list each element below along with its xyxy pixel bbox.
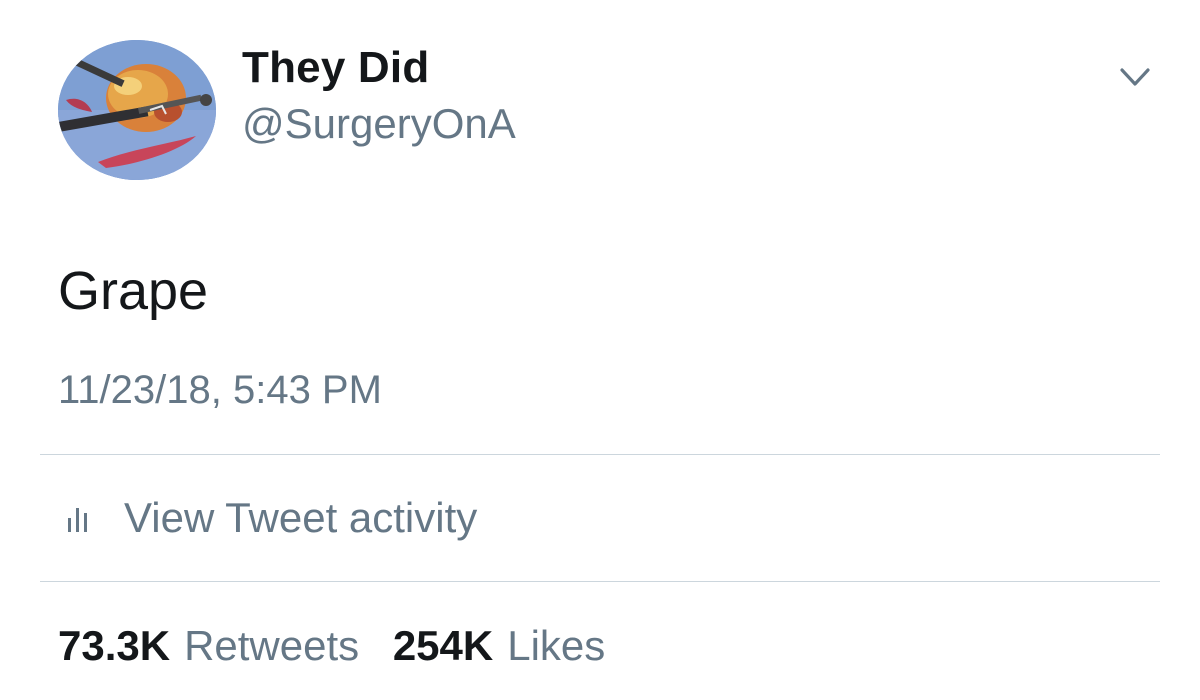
tweet-detail: They Did @SurgeryOnA Grape 11/23/18, 5:4… (0, 0, 1200, 700)
author-handle[interactable]: @SurgeryOnA (242, 98, 516, 150)
avatar[interactable] (58, 40, 216, 180)
retweets-label: Retweets (184, 622, 360, 669)
view-tweet-activity-label: View Tweet activity (124, 494, 478, 541)
avatar-grape-surgery-image (58, 40, 216, 180)
tweet-timestamp[interactable]: 11/23/18, 5:43 PM (58, 364, 382, 416)
author-names: They Did @SurgeryOnA (242, 40, 516, 150)
retweets-count: 73.3K (58, 622, 171, 669)
view-tweet-activity-button[interactable]: View Tweet activity (58, 488, 477, 548)
chevron-down-icon[interactable] (1110, 60, 1160, 96)
likes-count: 254K (392, 622, 494, 669)
divider (40, 454, 1160, 455)
tweet-stats: 73.3K Retweets 254K Likes (58, 616, 627, 676)
tweet-text: Grape (58, 261, 209, 321)
bar-chart-icon (58, 498, 98, 538)
tweet-header: They Did @SurgeryOnA (58, 40, 1160, 180)
divider (40, 581, 1160, 582)
retweets-stat[interactable]: 73.3K Retweets (58, 616, 359, 676)
likes-stat[interactable]: 254K Likes (393, 616, 605, 676)
author-display-name[interactable]: They Did (242, 40, 516, 96)
likes-label: Likes (507, 622, 606, 669)
